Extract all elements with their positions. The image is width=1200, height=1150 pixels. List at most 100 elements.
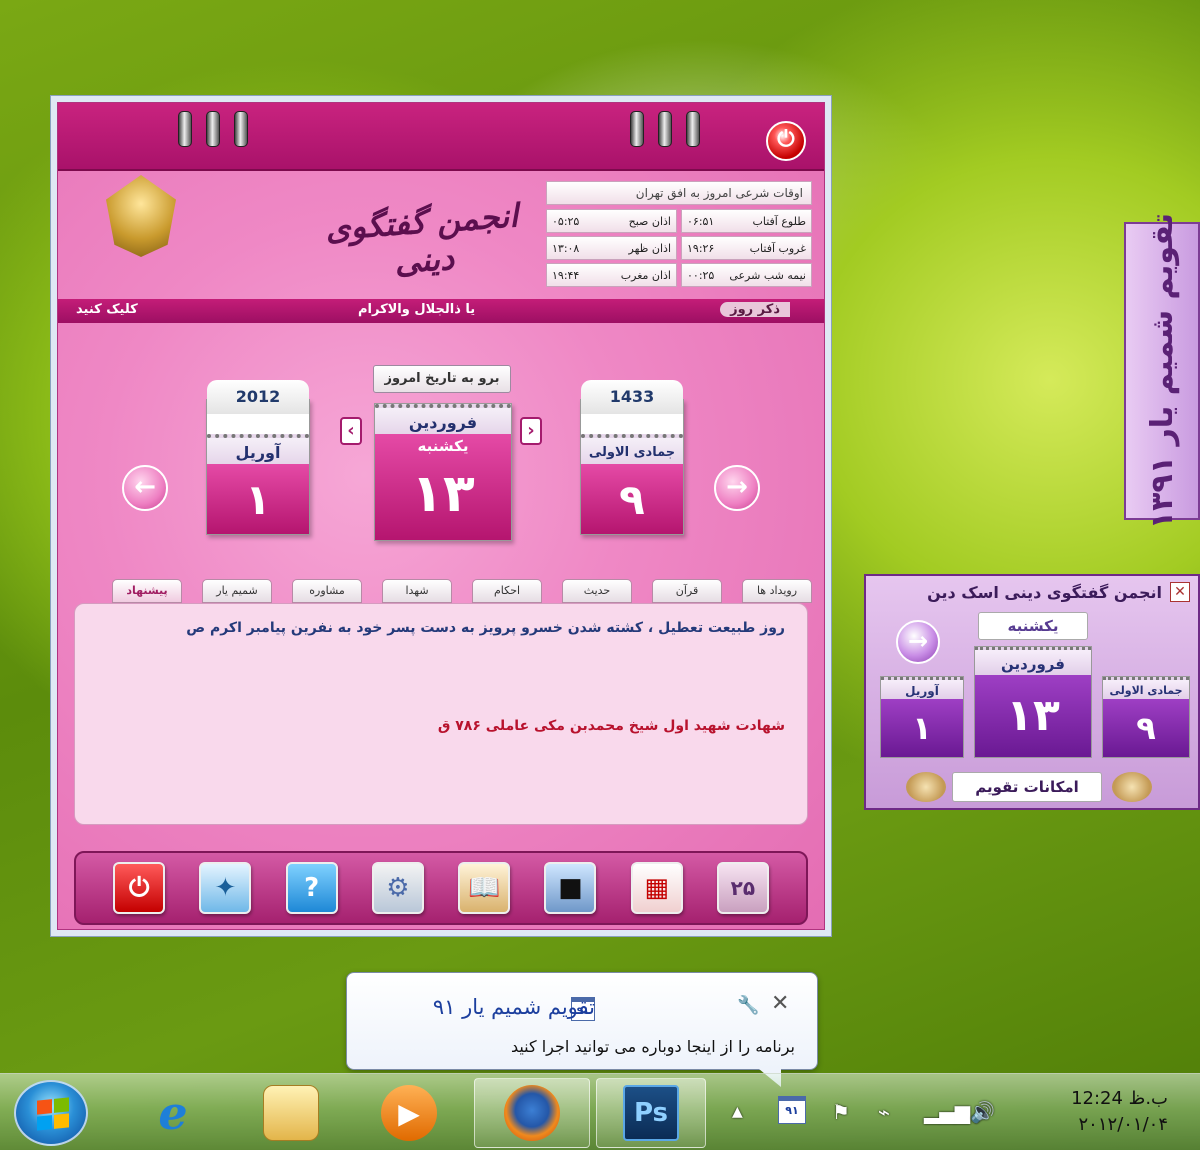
- qibla-button[interactable]: ■: [544, 862, 597, 914]
- widget-gregorian-day: ۱: [881, 699, 963, 757]
- date-convert-button[interactable]: ۲۵: [716, 862, 769, 914]
- prev-day-chevron-icon[interactable]: ‹: [340, 417, 362, 445]
- goto-today-button[interactable]: برو به تاریخ امروز: [373, 365, 511, 393]
- dhikr-label: ذکر روز: [720, 302, 790, 317]
- settings-button[interactable]: ⚙: [371, 862, 424, 914]
- power-plug-icon[interactable]: ⌁: [878, 1100, 890, 1124]
- calendar-window: ⏻ انجمن گفتگوی دینی اوقات شرعی امروز به …: [50, 95, 832, 937]
- power-button[interactable]: ⏻: [113, 862, 166, 914]
- quran-button[interactable]: 📖: [458, 862, 511, 914]
- persian-month: فروردین: [375, 404, 511, 434]
- widget-persian-month: فروردین: [975, 647, 1091, 675]
- gear-icon: ⚙: [386, 873, 410, 903]
- tab-shamim-yar[interactable]: شمیم یار: [202, 579, 272, 603]
- close-icon[interactable]: ✕: [1170, 582, 1190, 602]
- widget-title: انجمن گفتگوی دینی اسک دین ✕: [866, 576, 1198, 608]
- taskbar-clock[interactable]: 12:24 ب.ظ ۲۰۱۲/۰۱/۰۴: [1071, 1086, 1168, 1138]
- windows-logo-icon: [37, 1097, 69, 1131]
- hijri-date-card: 1433 جمادی الاولی ۹: [580, 380, 684, 535]
- mini-calendar-widget: انجمن گفتگوی دینی اسک دین ✕ یکشنبه → آور…: [864, 574, 1200, 810]
- firefox-icon: [504, 1085, 560, 1141]
- clock-time: 12:24 ب.ظ: [1071, 1088, 1168, 1109]
- balloon-message: برنامه را از اینجا دوباره می توانید اجرا…: [510, 1037, 795, 1056]
- wrench-icon[interactable]: 🔧: [737, 995, 759, 1016]
- event-line: روز طبیعت تعطیل ، کشته شدن خسرو پرویز به…: [186, 620, 785, 636]
- network-signal-icon[interactable]: ▂▄▆: [924, 1100, 970, 1124]
- widget-gregorian-card: آوریل ۱: [880, 676, 964, 758]
- widget-hijri-card: جمادی الاولی ۹: [1102, 676, 1190, 758]
- tab-ahkam[interactable]: احکام: [472, 579, 542, 603]
- close-icon[interactable]: ✕: [771, 991, 789, 1016]
- dhikr-text: یا ذالجلال والاکرام: [358, 302, 476, 317]
- tab-consulting[interactable]: مشاوره: [292, 579, 362, 603]
- tab-events[interactable]: رویداد ها: [742, 579, 812, 603]
- tray-notification-balloon[interactable]: ۹۱ تقویم شمیم یار ۹۱ 🔧 ✕ برنامه را از ای…: [346, 972, 818, 1087]
- calendar-day-icon: ۲۵: [730, 876, 756, 900]
- gregorian-year: 2012: [207, 380, 309, 414]
- calendar-button[interactable]: ▦: [630, 862, 683, 914]
- volume-icon[interactable]: 🔊: [970, 1100, 995, 1124]
- calendar-options-button[interactable]: امکانات تقویم: [952, 772, 1102, 802]
- taskbar-internet-explorer[interactable]: e: [118, 1078, 228, 1148]
- media-player-icon: ▶: [381, 1085, 437, 1141]
- widget-title-text: انجمن گفتگوی دینی اسک دین: [927, 582, 1162, 602]
- hijri-month: جمادی الاولی: [581, 434, 683, 464]
- hijri-year: 1433: [581, 380, 683, 414]
- start-button[interactable]: [14, 1080, 88, 1146]
- persian-day: ۱۳: [411, 464, 475, 524]
- prayer-time-midnight: نیمه شب شرعی ۰۰:۲۵: [681, 263, 812, 287]
- binder-rings-left: [178, 111, 248, 147]
- side-label-text: تقویم شمیم یار ۱۳۹۱: [1144, 212, 1180, 530]
- title-calligraphy: انجمن گفتگوی دینی: [324, 196, 520, 281]
- events-content: روز طبیعت تعطیل ، کشته شدن خسرو پرویز به…: [74, 603, 808, 825]
- calendar-tray-icon[interactable]: ۹۱: [778, 1096, 806, 1124]
- kaaba-icon: ■: [558, 873, 583, 903]
- taskbar-photoshop[interactable]: Ps: [596, 1078, 706, 1148]
- internet-explorer-icon: e: [158, 1086, 188, 1140]
- ornament-icon: [906, 772, 946, 802]
- prayer-time-dhuhr: اذان ظهر ۱۳:۰۸: [546, 236, 677, 260]
- tab-quran[interactable]: قرآن: [652, 579, 722, 603]
- prev-month-arrow-icon[interactable]: ←: [122, 465, 168, 511]
- persian-day-block: یکشنبه ۱۳: [375, 434, 511, 540]
- gregorian-day: ۱: [207, 464, 309, 534]
- prayer-time-sunrise: طلوع آفتاب ۰۶:۵۱: [681, 209, 812, 233]
- widget-gregorian-month: آوریل: [881, 677, 963, 699]
- action-center-flag-icon[interactable]: ⚑: [832, 1100, 850, 1124]
- persian-weekday: یکشنبه: [417, 437, 469, 455]
- power-icon: ⏻: [128, 872, 150, 903]
- book-icon: 📖: [467, 873, 501, 903]
- calendar-panel: ⏻ انجمن گفتگوی دینی اوقات شرعی امروز به …: [57, 102, 825, 930]
- power-icon[interactable]: ⏻: [766, 121, 806, 161]
- taskbar-media-player[interactable]: ▶: [354, 1078, 464, 1148]
- logo-icon: ✦: [214, 873, 237, 903]
- click-here-link[interactable]: کلیک کنید: [76, 302, 138, 317]
- show-hidden-icons-icon[interactable]: ▲: [732, 1104, 743, 1120]
- tab-special-offer[interactable]: پیشنهاد ویژه: [112, 579, 182, 619]
- binder-ring: [178, 111, 192, 147]
- hijri-day: ۹: [581, 464, 683, 534]
- taskbar: e ▶ Ps ▲ ۹۱ ⚑ ⌁ ▂▄▆ 🔊 12:24 ب.ظ ۲۰۱۲/۰۱/…: [0, 1073, 1200, 1150]
- tab-hadith[interactable]: حدیث: [562, 579, 632, 603]
- about-button[interactable]: ✦: [199, 862, 252, 914]
- binder-ring: [234, 111, 248, 147]
- calendar-icon: ▦: [644, 873, 669, 903]
- prayer-times-panel: اوقات شرعی امروز به افق تهران اذان صبح ۰۵…: [546, 181, 812, 287]
- widget-hijri-month: جمادی الاولی: [1103, 677, 1189, 699]
- bottom-toolbar: ⏻ ✦ ? ⚙ 📖 ■ ▦ ۲۵: [74, 851, 808, 925]
- binder-ring: [658, 111, 672, 147]
- next-day-chevron-icon[interactable]: ›: [520, 417, 542, 445]
- widget-next-arrow-icon[interactable]: →: [896, 620, 940, 664]
- tab-martyrs[interactable]: شهدا: [382, 579, 452, 603]
- help-button[interactable]: ?: [285, 862, 338, 914]
- widget-weekday: یکشنبه: [978, 612, 1088, 640]
- binder-ring: [206, 111, 220, 147]
- taskbar-firefox[interactable]: [474, 1078, 590, 1148]
- prayer-time-fajr: اذان صبح ۰۵:۲۵: [546, 209, 677, 233]
- institution-logo-icon: [106, 175, 176, 257]
- calendar-topbar[interactable]: ⏻: [58, 103, 824, 171]
- side-calendar-label[interactable]: تقویم شمیم یار ۱۳۹۱: [1124, 213, 1200, 529]
- taskbar-file-explorer[interactable]: [236, 1078, 346, 1148]
- next-month-arrow-icon[interactable]: →: [714, 465, 760, 511]
- prayer-time-sunset: غروب آفتاب ۱۹:۲۶: [681, 236, 812, 260]
